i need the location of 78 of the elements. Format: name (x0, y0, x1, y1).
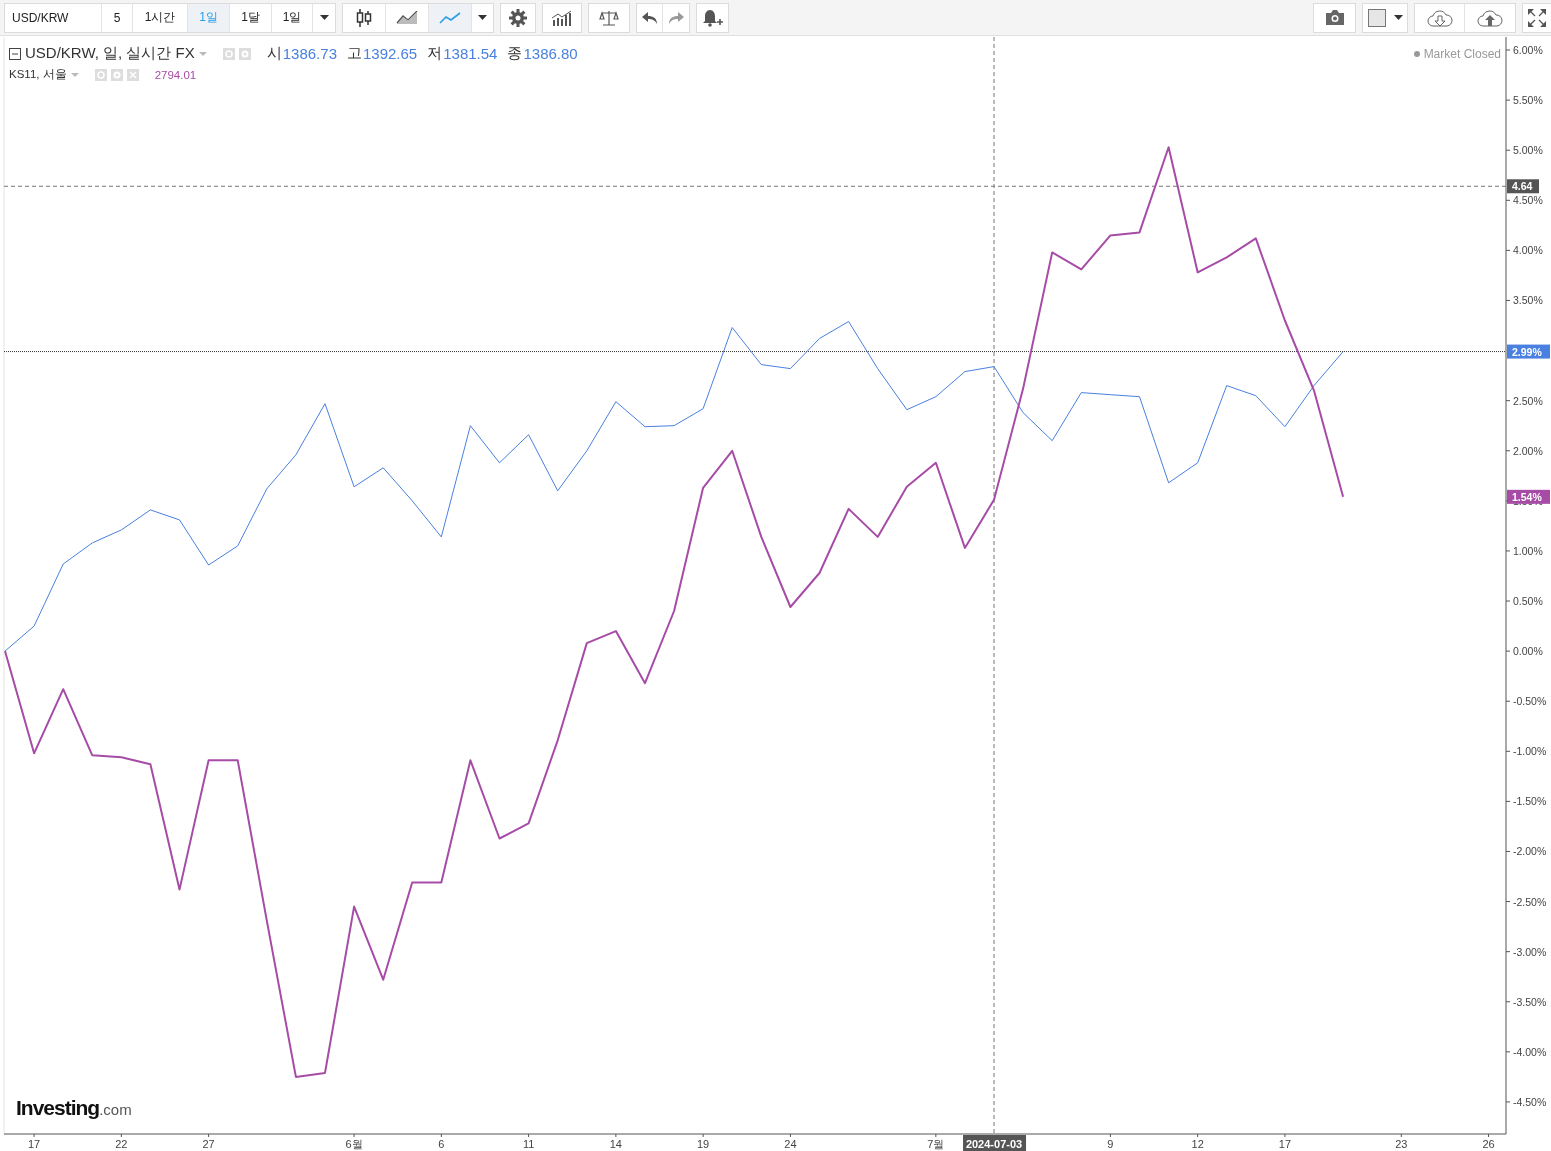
redo-icon (668, 11, 684, 24)
status-dot-icon (1413, 51, 1420, 57)
undo-icon (641, 11, 658, 24)
axis-label: 0.50% (1513, 595, 1543, 608)
cloud-upload-icon (1476, 8, 1504, 27)
axis-label: 7월 (927, 1138, 945, 1150)
axis-label: 4.00% (1513, 244, 1543, 257)
ohlc-value: 1392.65 (363, 45, 418, 62)
fullscreen-button[interactable] (1522, 2, 1551, 33)
alert-button[interactable] (696, 2, 729, 33)
axis-label: -1.50% (1513, 795, 1547, 808)
ohlc-label: 저 (427, 44, 443, 63)
candlestick-icon (356, 7, 372, 28)
axis-label: 11 (522, 1138, 535, 1150)
collapse-icon[interactable] (9, 47, 21, 60)
axis-label: 17 (27, 1138, 41, 1150)
axis-label: 3.50% (1513, 294, 1543, 307)
axis-label: 2.50% (1513, 394, 1543, 407)
axis-label: 1.00% (1513, 544, 1543, 557)
axis-label: 22 (115, 1138, 128, 1150)
scales-icon (599, 9, 619, 26)
settings-button[interactable] (500, 2, 536, 33)
axis-label: -1.00% (1513, 745, 1547, 758)
axis-label: 9 (1107, 1138, 1114, 1150)
ohlc-value: 1386.80 (523, 45, 578, 62)
crosshair-date-label: 2024-07-03 (963, 1135, 1027, 1151)
axis-label: -2.00% (1513, 845, 1547, 858)
fullscreen-icon (1528, 8, 1546, 27)
ref-line-label: 2.99% (1512, 345, 1543, 358)
price-tag: 2.99% (1507, 344, 1550, 359)
market-status: Market Closed (1423, 47, 1501, 61)
axis-label: 0.00% (1513, 645, 1543, 658)
axis-label: -0.50% (1513, 695, 1547, 708)
axis-label: 4.50% (1513, 194, 1543, 207)
axis-label: 17 (1278, 1138, 1292, 1150)
caret-icon (478, 15, 487, 20)
indicators-button[interactable] (542, 2, 582, 33)
alert-icon (702, 8, 723, 27)
axis-label: -3.50% (1513, 995, 1547, 1008)
axis-label: 5.00% (1513, 144, 1543, 157)
series-title[interactable]: USD/KRW, 일, 실시간 FX (25, 44, 195, 63)
axis-label: 19 (697, 1138, 710, 1150)
ohlc-label: 종 (507, 44, 523, 63)
scales-button[interactable] (588, 2, 630, 33)
crosshair-value-label: 4.64 (1507, 179, 1539, 194)
axis-label: 6월 (345, 1138, 363, 1150)
axis-label: 2.00% (1513, 444, 1543, 457)
investing-logo: Investing.com (16, 1096, 132, 1120)
axis-label: -2.50% (1513, 895, 1547, 908)
ohlc-label: 시 (266, 44, 282, 63)
camera-icon (1324, 10, 1345, 25)
axis-label: -3.00% (1513, 945, 1547, 958)
indicators-icon (551, 9, 573, 26)
caret-icon (319, 15, 329, 20)
cloud-download-icon (1425, 8, 1454, 27)
axis-label: 5.50% (1513, 94, 1543, 107)
series-title[interactable]: KS11, 서울 (9, 67, 67, 82)
axis-label: 6 (438, 1138, 445, 1150)
square-icon (1367, 8, 1386, 27)
axis-label: 14 (609, 1138, 622, 1150)
settings-icon (509, 8, 527, 27)
caret-icon (1393, 15, 1403, 20)
ohlc-value: 1386.73 (282, 45, 337, 62)
axis-label: -4.50% (1513, 1095, 1547, 1108)
line-chart-icon (439, 11, 461, 24)
ohlc-value: 1381.54 (443, 45, 498, 62)
axis-label: 12 (1191, 1138, 1204, 1150)
color-picker-button[interactable] (1362, 2, 1408, 33)
area-chart-icon (396, 10, 418, 25)
axis-label: 24 (784, 1138, 797, 1150)
series-value: 2794.01 (154, 68, 197, 81)
axis-label: 26 (1482, 1138, 1495, 1150)
axis-label: 27 (202, 1138, 215, 1150)
axis-label: 23 (1395, 1138, 1408, 1150)
axis-label: 6.00% (1513, 44, 1543, 56)
camera-button[interactable] (1313, 2, 1356, 33)
ohlc-label: 고 (347, 44, 362, 63)
axis-label: -4.00% (1513, 1045, 1547, 1058)
